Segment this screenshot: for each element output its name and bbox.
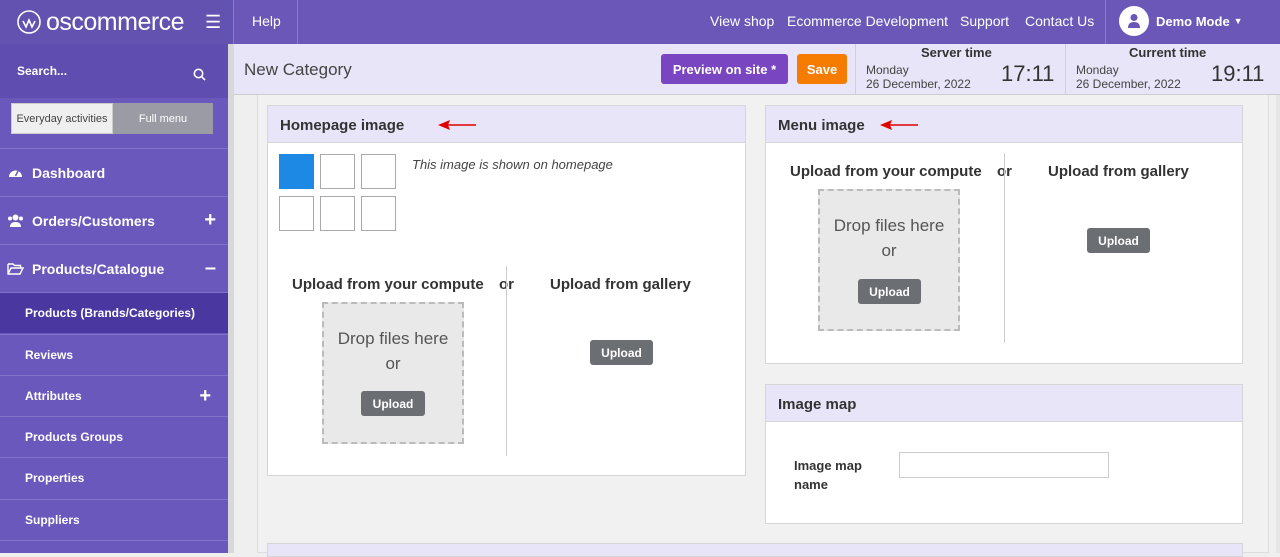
nav-view-shop[interactable]: View shop [710, 0, 774, 44]
upload-from-gallery-label: Upload from gallery [1048, 163, 1189, 180]
upload-from-gallery-label: Upload from gallery [550, 276, 691, 293]
user-name: Demo Mode [1156, 13, 1230, 29]
image-map-title: Image map [778, 396, 857, 413]
users-icon [7, 214, 24, 227]
dashboard-icon [7, 166, 24, 179]
sidebar-item-attributes[interactable]: Attributes + [0, 375, 228, 416]
label-line: Image map [794, 458, 862, 473]
upload-gallery-button[interactable]: Upload [1087, 228, 1150, 253]
page-title: New Category [244, 60, 352, 79]
current-time-box: Current time Monday 26 December, 2022 19… [1065, 44, 1280, 95]
homepage-image-title: Homepage image [280, 117, 405, 134]
sidebar-item-next[interactable] [0, 540, 228, 553]
nav-ecommerce-development[interactable]: Ecommerce Development [787, 0, 948, 44]
page-header: New Category Preview on site * Save Serv… [234, 44, 1280, 95]
sidebar-item-label: Orders/Customers [32, 212, 155, 229]
upload-gallery-button[interactable]: Upload [590, 340, 653, 365]
image-slot[interactable] [279, 196, 314, 231]
drop-zone[interactable]: Drop files here or [322, 302, 464, 444]
homepage-image-panel: Homepage image This image is shown on ho… [267, 105, 746, 476]
drop-zone[interactable]: Drop files here or [818, 189, 960, 331]
top-bar: oscommerce ☰ Help View shop Ecommerce De… [0, 0, 1280, 44]
sidebar-item-products-groups[interactable]: Products Groups [0, 416, 228, 457]
sidebar-item-label: Products/Catalogue [32, 260, 165, 277]
upload-from-computer-label: Upload from your computer [292, 276, 484, 293]
sidebar-scrollbar[interactable] [228, 44, 234, 553]
sidebar-item-orders-customers[interactable]: Orders/Customers + [0, 196, 228, 244]
user-menu[interactable]: Demo Mode ▼ [1119, 6, 1243, 36]
panel-header: Image map [766, 385, 1242, 422]
image-map-name-label: Image map name [794, 456, 862, 494]
menu-image-title: Menu image [778, 117, 865, 134]
label-line: name [794, 477, 828, 492]
divider [297, 0, 298, 44]
image-map-name-input[interactable] [899, 452, 1109, 478]
user-avatar-icon [1119, 6, 1149, 36]
preview-on-site-button[interactable]: Preview on site * [661, 54, 788, 84]
server-time-label: Server time [921, 45, 992, 60]
toggle-everyday-activities[interactable]: Everyday activities [11, 103, 113, 134]
panel-header: Homepage image [268, 106, 745, 143]
image-slot[interactable] [279, 154, 314, 189]
logo-icon [17, 10, 41, 34]
image-slot[interactable] [320, 196, 355, 231]
upload-button[interactable]: Upload [858, 279, 921, 304]
sidebar-item-dashboard[interactable]: Dashboard [0, 148, 228, 196]
image-slot[interactable] [361, 154, 396, 189]
red-arrow-icon [880, 120, 918, 130]
current-time-label: Current time [1129, 45, 1207, 60]
server-time-box: Server time Monday 26 December, 2022 17:… [855, 44, 1063, 95]
divider [506, 266, 507, 456]
sidebar-item-suppliers[interactable]: Suppliers [0, 499, 228, 540]
next-panel-header [267, 543, 1243, 557]
save-button[interactable]: Save [797, 54, 847, 84]
toggle-full-menu[interactable]: Full menu [113, 103, 213, 134]
drop-text: Drop files here [337, 329, 449, 348]
menu-image-panel: Menu image Upload from your computer or … [765, 105, 1243, 364]
sidebar-item-reviews[interactable]: Reviews [0, 334, 228, 375]
nav-help[interactable]: Help [252, 0, 281, 44]
server-time-day: Monday [866, 63, 909, 77]
sidebar-item-properties[interactable]: Properties [0, 457, 228, 498]
logo-text: oscommerce [46, 7, 185, 36]
sidebar-item-label: Attributes [25, 389, 82, 403]
current-time-clock: 19:11 [1211, 61, 1265, 86]
divider [1004, 153, 1005, 343]
search-input[interactable]: Search... [17, 64, 67, 78]
upload-from-computer-label: Upload from your computer [790, 163, 982, 180]
plus-icon[interactable]: + [199, 385, 211, 408]
page-scrollbar[interactable] [1276, 95, 1280, 553]
image-slot[interactable] [361, 196, 396, 231]
logo[interactable]: oscommerce ☰ [0, 0, 234, 44]
chevron-down-icon: ▼ [1233, 16, 1243, 26]
panel-header: Menu image [766, 106, 1242, 143]
red-arrow-icon [438, 120, 476, 130]
server-time-date: 26 December, 2022 [866, 77, 971, 91]
drop-text: Drop files here [833, 216, 945, 235]
search-icon[interactable] [193, 68, 206, 81]
drop-or-text: or [385, 354, 401, 373]
current-time-day: Monday [1076, 63, 1119, 77]
current-time-date: 26 December, 2022 [1076, 77, 1181, 91]
image-map-panel: Image map Image map name [765, 384, 1243, 524]
upload-button[interactable]: Upload [361, 391, 425, 416]
folder-open-icon [7, 262, 24, 275]
sidebar-search[interactable]: Search... [0, 44, 228, 98]
minus-icon[interactable]: – [205, 257, 216, 280]
image-slot[interactable] [320, 154, 355, 189]
divider [1105, 0, 1106, 44]
homepage-image-hint: This image is shown on homepage [412, 157, 613, 172]
server-time-clock: 17:11 [1001, 61, 1055, 86]
menu-mode-toggle: Everyday activities Full menu [11, 103, 213, 134]
drop-or-text: or [881, 241, 897, 260]
nav-support[interactable]: Support [960, 0, 1009, 44]
sidebar-item-products-brands-categories[interactable]: Products (Brands/Categories) [0, 292, 228, 333]
hamburger-menu-icon[interactable]: ☰ [205, 13, 221, 31]
sidebar-item-products-catalogue[interactable]: Products/Catalogue – [0, 244, 228, 292]
nav-contact-us[interactable]: Contact Us [1025, 0, 1094, 44]
plus-icon[interactable]: + [204, 209, 216, 232]
sidebar-item-label: Dashboard [32, 164, 106, 181]
